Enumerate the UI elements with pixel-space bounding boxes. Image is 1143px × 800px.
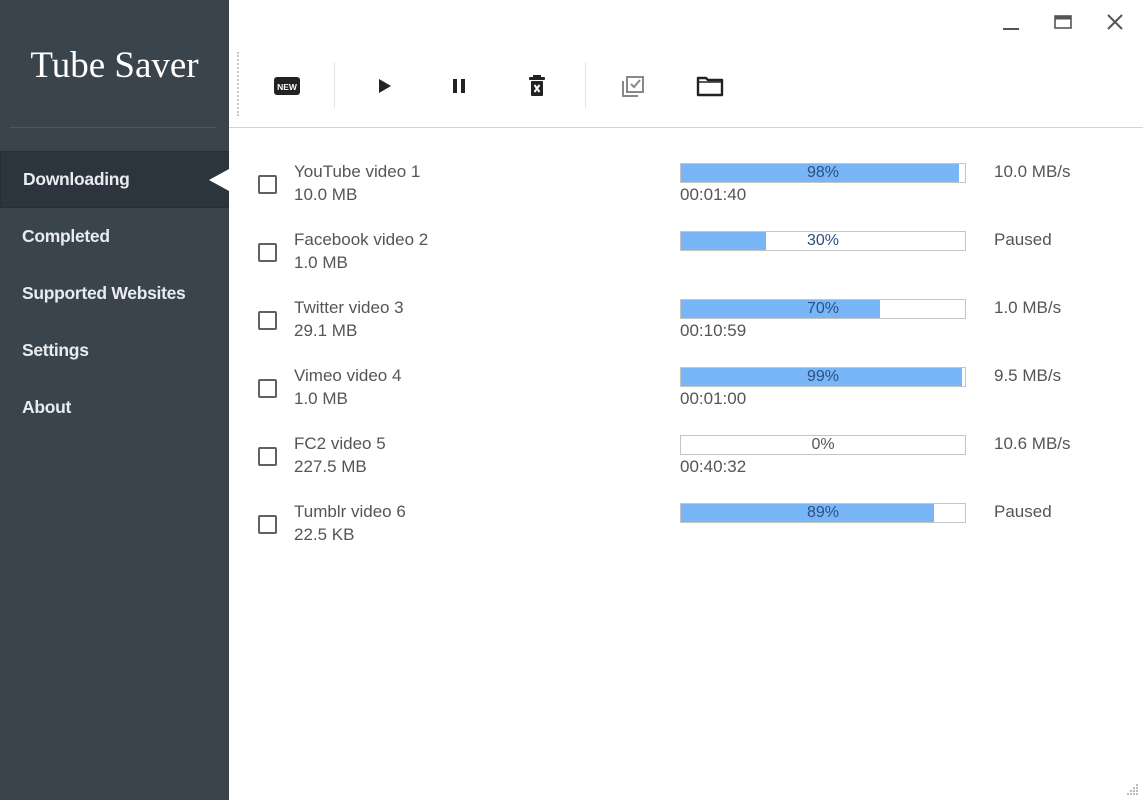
sidebar-item-label: About bbox=[22, 397, 72, 417]
toolbar-separator bbox=[585, 62, 586, 108]
download-row: Twitter video 3 29.1 MB 70% 00:10:59 1.0… bbox=[229, 286, 1143, 354]
progress-bar: 89% bbox=[680, 503, 966, 523]
row-checkbox[interactable] bbox=[258, 243, 277, 262]
folder-icon bbox=[696, 76, 724, 97]
row-checkbox[interactable] bbox=[258, 311, 277, 330]
sidebar-item-settings[interactable]: Settings bbox=[0, 322, 229, 379]
download-size: 22.5 KB bbox=[294, 525, 355, 544]
start-button[interactable] bbox=[364, 68, 404, 104]
pause-icon bbox=[453, 79, 465, 93]
sidebar-item-label: Supported Websites bbox=[22, 283, 186, 303]
download-row: Facebook video 2 1.0 MB 30% Paused bbox=[229, 218, 1143, 286]
select-all-button[interactable] bbox=[613, 68, 653, 104]
download-status: 10.6 MB/s bbox=[994, 434, 1071, 453]
progress-bar: 0% bbox=[680, 435, 966, 455]
minimize-icon bbox=[1003, 28, 1019, 30]
row-checkbox[interactable] bbox=[258, 379, 277, 398]
download-eta: 00:01:40 bbox=[680, 185, 747, 204]
download-title: Twitter video 3 bbox=[294, 298, 404, 317]
app-title: Tube Saver bbox=[30, 45, 199, 86]
download-status: 1.0 MB/s bbox=[994, 298, 1062, 317]
progress-bar: 30% bbox=[680, 231, 966, 251]
download-status: 9.5 MB/s bbox=[994, 366, 1062, 385]
download-row: FC2 video 5 227.5 MB 0% 00:40:32 10.6 MB… bbox=[229, 422, 1143, 490]
download-size: 227.5 MB bbox=[294, 457, 367, 476]
download-title: Tumblr video 6 bbox=[294, 502, 406, 521]
sidebar-item-downloading[interactable]: Downloading bbox=[0, 151, 229, 208]
download-eta: 00:40:32 bbox=[680, 457, 747, 476]
select-all-check-icon bbox=[622, 76, 644, 97]
close-icon bbox=[1107, 14, 1123, 30]
row-checkbox[interactable] bbox=[258, 175, 277, 194]
progress-label: 0% bbox=[811, 436, 835, 453]
minimize-button[interactable] bbox=[995, 8, 1027, 36]
maximize-button[interactable] bbox=[1047, 8, 1079, 36]
resize-grip-icon[interactable] bbox=[1125, 782, 1139, 796]
close-button[interactable] bbox=[1099, 8, 1131, 36]
progress-bar: 99% bbox=[680, 367, 966, 387]
download-eta: 00:10:59 bbox=[680, 321, 747, 340]
open-folder-button[interactable] bbox=[690, 68, 730, 104]
active-indicator-arrow-icon bbox=[209, 168, 229, 191]
download-status: Paused bbox=[994, 230, 1052, 249]
progress-label: 99% bbox=[806, 368, 840, 385]
sidebar-divider bbox=[10, 127, 216, 128]
progress-bar: 98% bbox=[680, 163, 966, 183]
sidebar-item-completed[interactable]: Completed bbox=[0, 208, 229, 265]
progress-label: 98% bbox=[806, 164, 840, 181]
row-checkbox[interactable] bbox=[258, 515, 277, 534]
window-controls bbox=[995, 8, 1131, 36]
download-eta: 00:01:00 bbox=[680, 389, 747, 408]
sidebar-item-label: Settings bbox=[22, 340, 89, 360]
pause-button[interactable] bbox=[439, 68, 479, 104]
sidebar-item-label: Completed bbox=[22, 226, 110, 246]
toolbar: NEW bbox=[229, 40, 1143, 128]
download-status: 10.0 MB/s bbox=[994, 162, 1071, 181]
download-row: YouTube video 1 10.0 MB 98% 00:01:40 10.… bbox=[229, 150, 1143, 218]
maximize-icon bbox=[1054, 15, 1072, 29]
download-size: 29.1 MB bbox=[294, 321, 358, 340]
download-title: Vimeo video 4 bbox=[294, 366, 402, 385]
toolbar-separator bbox=[334, 62, 335, 108]
progress-label: 70% bbox=[806, 300, 840, 317]
progress-bar: 70% bbox=[680, 299, 966, 319]
download-size: 10.0 MB bbox=[294, 185, 358, 204]
download-title: YouTube video 1 bbox=[294, 162, 421, 181]
download-status: Paused bbox=[994, 502, 1052, 521]
new-download-button[interactable]: NEW bbox=[267, 68, 307, 104]
progress-label: 30% bbox=[806, 232, 840, 249]
sidebar-item-about[interactable]: About bbox=[0, 379, 229, 436]
delete-button[interactable] bbox=[517, 68, 557, 104]
download-list: YouTube video 1 10.0 MB 98% 00:01:40 10.… bbox=[229, 150, 1143, 558]
sidebar: Tube Saver Downloading Completed Support… bbox=[0, 0, 229, 800]
sidebar-nav: Downloading Completed Supported Websites… bbox=[0, 151, 229, 436]
download-title: Facebook video 2 bbox=[294, 230, 429, 249]
trash-icon bbox=[529, 75, 545, 96]
sidebar-item-label: Downloading bbox=[23, 169, 130, 189]
play-icon bbox=[379, 79, 391, 93]
new-badge-text: NEW bbox=[277, 82, 298, 92]
download-title: FC2 video 5 bbox=[294, 434, 386, 453]
row-checkbox[interactable] bbox=[258, 447, 277, 466]
download-size: 1.0 MB bbox=[294, 389, 348, 408]
download-row: Tumblr video 6 22.5 KB 89% Paused bbox=[229, 490, 1143, 558]
toolbar-grip[interactable] bbox=[237, 52, 239, 116]
progress-label: 89% bbox=[806, 504, 840, 521]
new-badge-icon: NEW bbox=[274, 77, 300, 95]
sidebar-item-supported-websites[interactable]: Supported Websites bbox=[0, 265, 229, 322]
download-row: Vimeo video 4 1.0 MB 99% 00:01:00 9.5 MB… bbox=[229, 354, 1143, 422]
download-size: 1.0 MB bbox=[294, 253, 348, 272]
